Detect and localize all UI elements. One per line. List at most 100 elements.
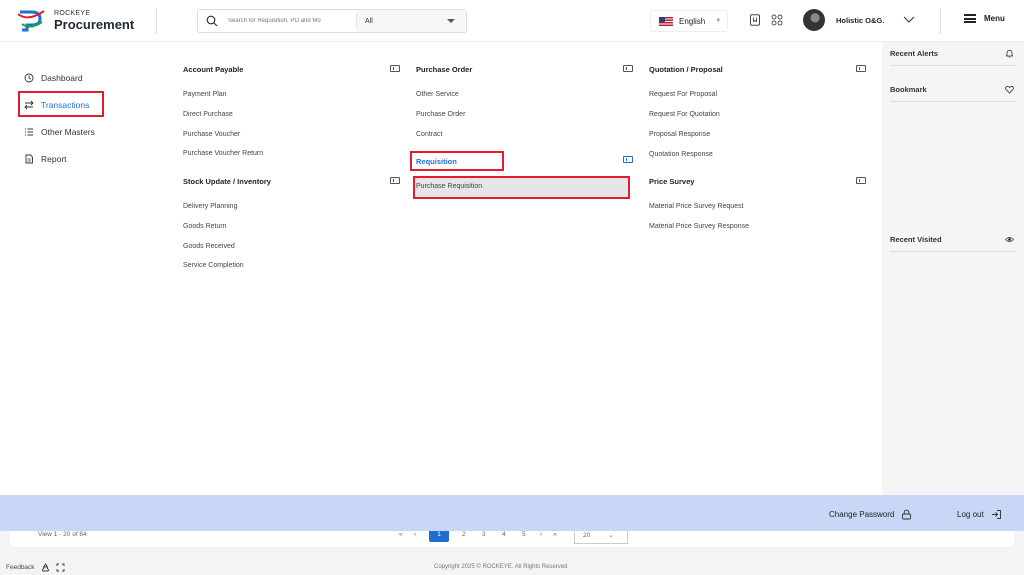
change-password-label: Change Password: [829, 510, 895, 519]
menu-label: Menu: [984, 14, 1005, 23]
ticket-icon: [856, 65, 866, 72]
menu-item-payment-plan[interactable]: Payment Plan: [183, 91, 227, 98]
left-sidebar: Dashboard Transactions Other Masters Rep…: [0, 42, 168, 495]
menu-item-purchase-voucher-return[interactable]: Purchase Voucher Return: [183, 150, 263, 157]
logout-label: Log out: [957, 510, 984, 519]
sidebar-item-label: Dashboard: [41, 73, 83, 83]
brand-logo[interactable]: ROCKEYE Procurement: [18, 8, 134, 32]
recent-visited-title: Recent Visited: [890, 235, 942, 244]
bookmark-tablet-icon[interactable]: [749, 14, 761, 26]
caret-down-icon: [447, 19, 455, 23]
document-icon: [25, 154, 33, 164]
clock-icon: [24, 73, 34, 83]
sidebar-item-other-masters[interactable]: Other Masters: [24, 127, 95, 137]
menu-item-contract[interactable]: Contract: [416, 131, 442, 138]
section-title-stock-update: Stock Update / Inventory: [183, 177, 271, 186]
change-password-button[interactable]: Change Password: [829, 509, 912, 520]
menu-footer-bar: Change Password Log out: [0, 495, 1024, 531]
global-search: All: [197, 9, 467, 33]
copyright-text: Copyright 2025 © ROCKEYE. All Rights Res…: [434, 564, 568, 570]
menu-item-direct-purchase[interactable]: Direct Purchase: [183, 111, 233, 118]
user-name[interactable]: Holistic O&G.: [836, 16, 884, 25]
sidebar-item-report[interactable]: Report: [24, 154, 67, 164]
ticket-icon: [390, 177, 400, 184]
divider: [890, 101, 1016, 102]
chevron-down-icon: ⌄: [608, 532, 614, 539]
page-1-button[interactable]: 1: [429, 531, 449, 542]
top-header: ROCKEYE Procurement All English ▼ Holist…: [0, 0, 1024, 42]
bottom-bar: Feedback Copyright 2025 © ROCKEYE. All R…: [0, 559, 1024, 575]
next-page-button[interactable]: ›: [540, 531, 542, 538]
menu-item-goods-return[interactable]: Goods Return: [183, 223, 227, 230]
sidebar-item-dashboard[interactable]: Dashboard: [24, 73, 83, 83]
logout-button[interactable]: Log out: [957, 509, 1002, 520]
logout-icon: [991, 510, 1001, 519]
apps-grid-icon[interactable]: [771, 14, 783, 26]
search-filter-value: All: [365, 17, 373, 25]
feedback-label: Feedback: [6, 564, 35, 571]
menu-item-material-price-survey-response[interactable]: Material Price Survey Response: [649, 223, 749, 230]
language-select[interactable]: English ▼: [650, 10, 728, 32]
ticket-icon: [623, 156, 633, 163]
section-title-account-payable: Account Payable: [183, 65, 244, 74]
menu-item-service-completion[interactable]: Service Completion: [183, 262, 244, 269]
section-title-price-survey: Price Survey: [649, 177, 695, 186]
prev-page-button[interactable]: ‹: [414, 531, 416, 538]
menu-item-quotation-response[interactable]: Quotation Response: [649, 151, 713, 158]
heart-icon[interactable]: [1005, 85, 1014, 94]
sidebar-item-label: Report: [41, 154, 67, 164]
lock-icon: [902, 509, 912, 520]
search-filter-select[interactable]: All: [357, 10, 466, 32]
header-divider: [940, 8, 941, 34]
page-5-button[interactable]: 5: [522, 531, 526, 538]
eye-icon[interactable]: [1005, 235, 1014, 244]
recycle-icon[interactable]: [41, 563, 50, 572]
user-avatar[interactable]: [803, 9, 825, 31]
first-page-button[interactable]: «: [399, 531, 403, 538]
bookmark-title: Bookmark: [890, 85, 927, 94]
pagination-strip: [10, 531, 1014, 547]
pagination-view-text: View 1 - 20 of 84: [38, 531, 87, 538]
menu-button[interactable]: Menu: [964, 14, 1005, 23]
search-input[interactable]: [228, 18, 356, 24]
menu-item-other-service[interactable]: Other Service: [416, 91, 459, 98]
page-size-value: 20: [583, 532, 591, 539]
caret-down-icon: ▼: [715, 18, 722, 24]
menu-item-delivery-planning[interactable]: Delivery Planning: [183, 203, 237, 210]
menu-item-proposal-response[interactable]: Proposal Response: [649, 131, 710, 138]
chevron-down-icon[interactable]: [903, 13, 915, 25]
us-flag-icon: [659, 16, 673, 26]
brand-bottom-text: Procurement: [54, 16, 135, 32]
divider: [890, 251, 1016, 252]
section-title-quotation: Quotation / Proposal: [649, 65, 723, 74]
fullscreen-icon[interactable]: [56, 563, 65, 572]
page-size-select[interactable]: 20 ⌄: [574, 531, 628, 544]
search-icon: [206, 15, 218, 27]
language-label: English: [679, 16, 706, 26]
menu-item-request-for-proposal[interactable]: Request For Proposal: [649, 91, 717, 98]
menu-item-request-for-quotation[interactable]: Request For Quotation: [649, 111, 720, 118]
header-divider: [156, 8, 157, 34]
brand-top-text: ROCKEYE: [54, 9, 91, 17]
feedback-button[interactable]: Feedback: [6, 563, 65, 572]
divider: [890, 65, 1016, 66]
section-title-purchase-order: Purchase Order: [416, 65, 473, 74]
list-icon: [25, 128, 33, 136]
page-4-button[interactable]: 4: [502, 531, 506, 538]
ticket-icon: [856, 177, 866, 184]
menu-item-purchase-voucher[interactable]: Purchase Voucher: [183, 131, 240, 138]
mega-menu-panel: Account Payable Payment Plan Direct Purc…: [168, 42, 882, 495]
menu-item-material-price-survey-request[interactable]: Material Price Survey Request: [649, 203, 744, 210]
menu-item-goods-received[interactable]: Goods Received: [183, 243, 235, 250]
ticket-icon: [390, 65, 400, 72]
menu-item-purchase-order[interactable]: Purchase Order: [416, 111, 465, 118]
ticket-icon: [623, 65, 633, 72]
last-page-button[interactable]: »: [553, 531, 557, 538]
hamburger-icon: [964, 14, 976, 23]
right-panel: Recent Alerts Bookmark Recent Visited: [882, 42, 1024, 495]
bell-icon[interactable]: [1005, 49, 1014, 58]
page-2-button[interactable]: 2: [462, 531, 466, 538]
highlight-box-requisition: [410, 151, 504, 171]
highlight-box-purchase-requisition: [413, 176, 630, 199]
page-3-button[interactable]: 3: [482, 531, 486, 538]
